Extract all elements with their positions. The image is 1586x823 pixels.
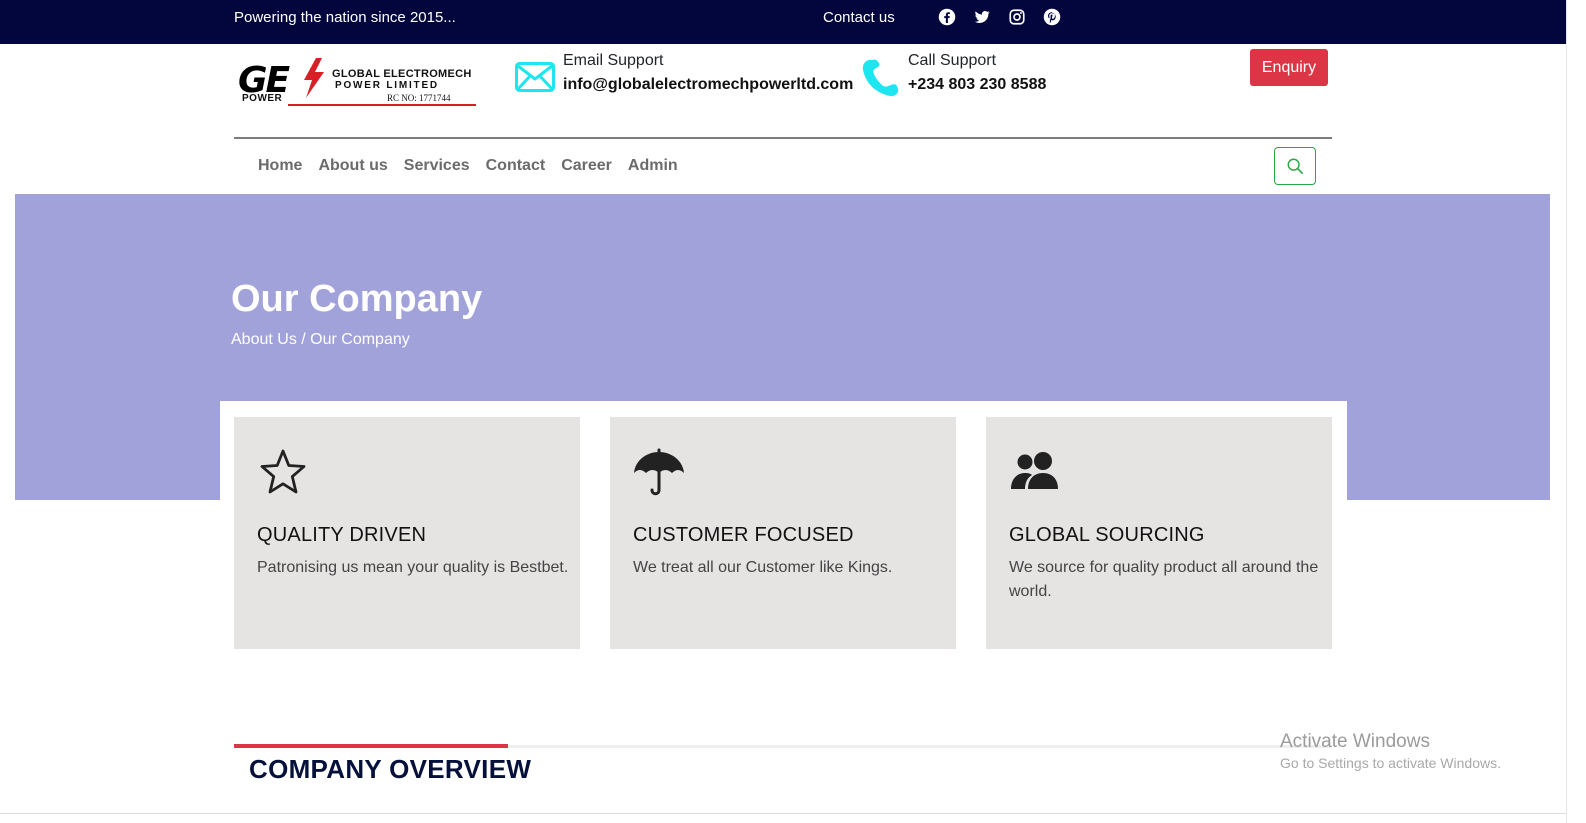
call-support-link[interactable]: +234 803 230 8588: [908, 76, 1046, 94]
instagram-icon[interactable]: [1008, 8, 1026, 26]
feature-description: Patronising us mean your quality is Best…: [257, 559, 569, 576]
umbrella-icon: [634, 448, 684, 496]
logo-rc-number: RC NO: 1771744: [387, 93, 451, 103]
feature-card-quality: QUALITY DRIVEN Patronising us mean your …: [234, 417, 580, 649]
facebook-icon[interactable]: [938, 8, 956, 26]
top-bar: Powering the nation since 2015... Contac…: [0, 0, 1566, 44]
nav-item-services[interactable]: Services: [404, 157, 470, 175]
nav-item-contact[interactable]: Contact: [486, 157, 546, 175]
email-support-link[interactable]: info@globalelectromechpowerltd.com: [563, 76, 853, 94]
nav-item-home[interactable]: Home: [258, 157, 302, 175]
phone-icon: [862, 59, 899, 97]
page-bottom-border: [0, 813, 1566, 814]
tagline: Powering the nation since 2015...: [234, 9, 456, 26]
envelope-icon: [515, 62, 555, 92]
logo-line-1: GLOBAL ELECTROMECH: [332, 68, 472, 80]
contact-us-link[interactable]: Contact us: [823, 9, 895, 26]
email-support-label: Email Support: [563, 52, 664, 69]
social-links: [938, 8, 1061, 26]
lightning-bolt-icon: [304, 58, 324, 98]
enquiry-button[interactable]: Enquiry: [1250, 49, 1328, 86]
pinterest-icon[interactable]: [1043, 8, 1061, 26]
company-logo[interactable]: GE POWER GLOBAL ELECTROMECH POWER LIMITE…: [238, 58, 478, 108]
feature-title: QUALITY DRIVEN: [257, 524, 427, 546]
main-nav: Home About us Services Contact Career Ad…: [258, 157, 678, 175]
logo-underline: [288, 104, 476, 106]
users-icon: [1011, 452, 1058, 489]
logo-power-text: POWER: [242, 93, 283, 104]
header-divider: [234, 137, 1332, 139]
call-support-label: Call Support: [908, 52, 997, 69]
twitter-icon[interactable]: [973, 8, 991, 26]
feature-title: GLOBAL SOURCING: [1009, 524, 1205, 546]
search-button[interactable]: [1274, 147, 1316, 185]
feature-description: We treat all our Customer like Kings.: [633, 559, 893, 576]
feature-card-sourcing: GLOBAL SOURCING We source for quality pr…: [986, 417, 1332, 649]
feature-description: We source for quality product all around…: [1009, 559, 1319, 600]
page-title: Our Company: [231, 278, 483, 320]
search-icon: [1287, 158, 1304, 175]
activation-watermark-subtitle: Go to Settings to activate Windows.: [1280, 755, 1501, 771]
breadcrumb: About Us / Our Company: [231, 331, 410, 348]
scrollbar[interactable]: [1566, 0, 1586, 823]
logo-line-2: POWER LIMITED: [335, 80, 439, 91]
nav-item-admin[interactable]: Admin: [628, 157, 678, 175]
feature-card-customer: CUSTOMER FOCUSED We treat all our Custom…: [610, 417, 956, 649]
feature-title: CUSTOMER FOCUSED: [633, 524, 854, 546]
star-icon: [260, 449, 306, 494]
nav-item-career[interactable]: Career: [561, 157, 612, 175]
activation-watermark-title: Activate Windows: [1280, 731, 1430, 752]
section-title: COMPANY OVERVIEW: [249, 754, 532, 784]
nav-item-about-us[interactable]: About us: [318, 157, 387, 175]
overview-accent: [234, 744, 508, 748]
